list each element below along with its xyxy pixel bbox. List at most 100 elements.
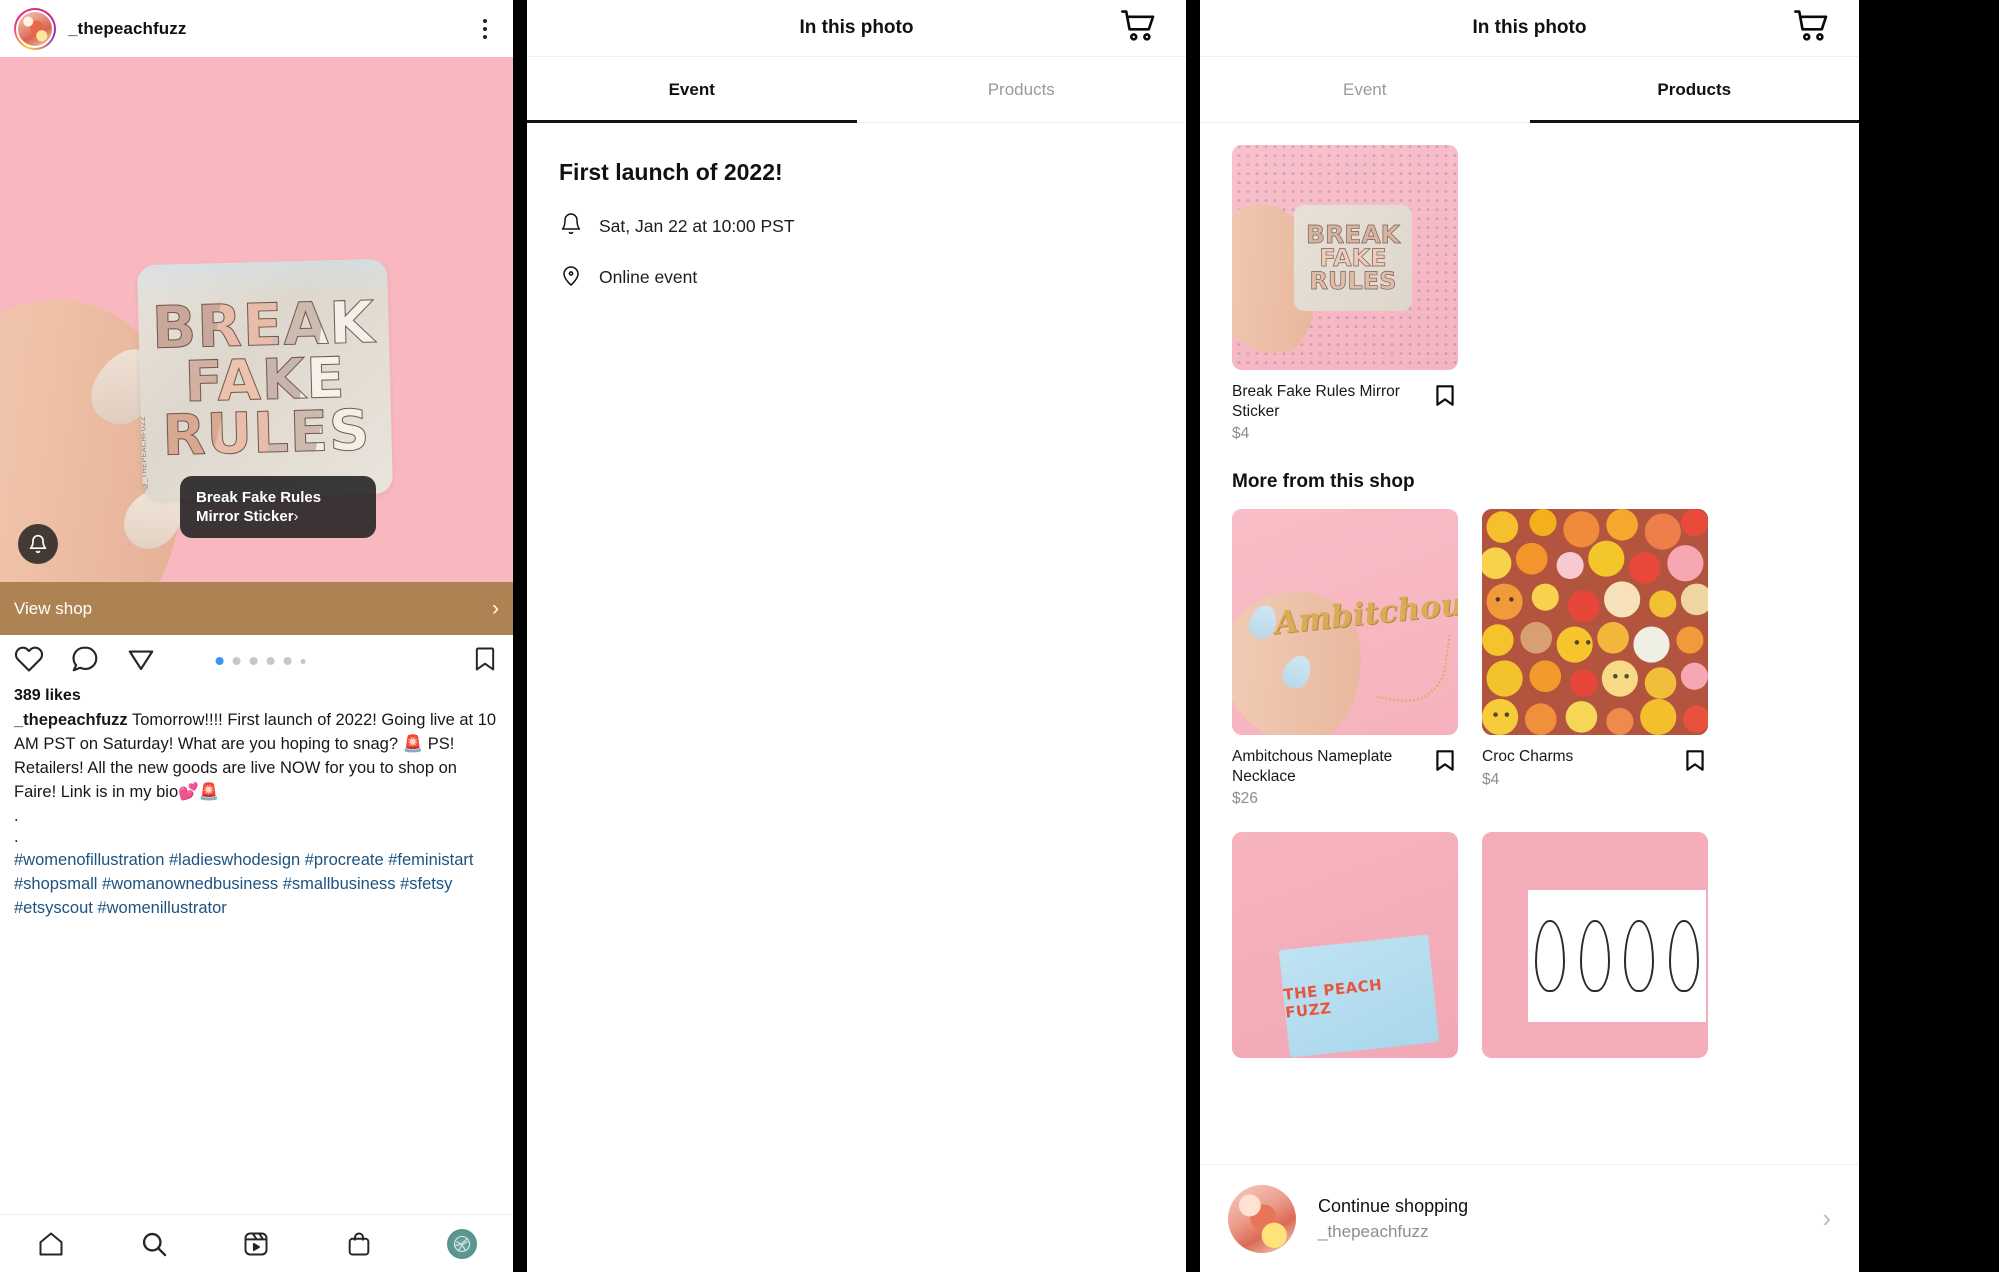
tab-products[interactable]: Products: [1529, 57, 1860, 123]
product-thumbnail[interactable]: BREAK FAKE RULES: [1232, 145, 1458, 370]
necklace-product-art: Ambitchous: [1232, 509, 1458, 736]
home-icon[interactable]: [28, 1221, 74, 1267]
instagram-feed-panel: _thepeachfuzz BREAK FAKE RULES @_THEPEAC…: [0, 0, 513, 1272]
product-meta: Croc Charms $4: [1482, 747, 1708, 789]
avatar[interactable]: [14, 7, 56, 50]
kebab-menu-icon[interactable]: [471, 15, 499, 43]
carousel-dot-small[interactable]: [300, 658, 306, 664]
product-card[interactable]: [1482, 832, 1708, 1059]
bell-icon: [559, 212, 583, 241]
chevron-right-icon: ›: [293, 508, 299, 526]
post-image[interactable]: BREAK FAKE RULES @_THEPEACHFUZZ Break Fa…: [0, 57, 513, 582]
product-card[interactable]: Ambitchous Ambitchous Nameplate Necklace…: [1232, 509, 1458, 808]
product-thumbnail[interactable]: THE PEACH FUZZ: [1232, 832, 1458, 1059]
shop-icon[interactable]: [336, 1221, 382, 1267]
view-shop-button[interactable]: View shop ›: [0, 582, 513, 635]
product-text: Ambitchous Nameplate Necklace $26: [1232, 747, 1432, 808]
sticker-art: BREAK FAKE RULES: [1294, 205, 1412, 311]
sticker-product-image: BREAK FAKE RULES @_THEPEACHFUZZ: [136, 258, 394, 501]
more-from-shop-heading: More from this shop: [1232, 471, 1415, 493]
post-action-row: [0, 635, 513, 687]
caption-spacer-1: .: [14, 806, 19, 825]
event-details: First launch of 2022! Sat, Jan 22 at 10:…: [527, 123, 1186, 292]
prints-product-art: [1482, 832, 1708, 1059]
share-icon[interactable]: [126, 644, 156, 679]
sheet-header: In this photo: [1200, 0, 1859, 57]
charms-pattern: [1482, 509, 1708, 736]
greeting-card-product-art: THE PEACH FUZZ: [1232, 832, 1458, 1059]
continue-shopping-text: Continue shopping _thepeachfuzz: [1318, 1196, 1468, 1242]
event-date-row: Sat, Jan 22 at 10:00 PST: [559, 212, 1154, 241]
carousel-dot[interactable]: [232, 657, 241, 665]
comment-icon[interactable]: [70, 644, 100, 679]
carousel-dot[interactable]: [249, 657, 258, 665]
sticker-line-3: RULES: [161, 398, 372, 469]
search-icon[interactable]: [131, 1221, 177, 1267]
panel-divider: [513, 0, 527, 1272]
caption-hashtags[interactable]: #womenofillustration #ladieswhodesign #p…: [14, 849, 499, 921]
product-thumbnail[interactable]: [1482, 832, 1708, 1059]
product-tag-label[interactable]: Break Fake Rules Mirror Sticker›: [180, 476, 376, 539]
featured-product-card[interactable]: BREAK FAKE RULES Break Fake Rules Mirror…: [1232, 145, 1458, 443]
sticker-product-art: BREAK FAKE RULES: [1232, 145, 1458, 370]
product-name[interactable]: Croc Charms: [1482, 747, 1672, 767]
croc-charms-product-art: [1482, 509, 1708, 736]
product-grid: Ambitchous Ambitchous Nameplate Necklace…: [1232, 509, 1827, 1059]
sheet-title: In this photo: [1472, 17, 1587, 38]
bell-icon[interactable]: [18, 524, 58, 564]
tab-products[interactable]: Products: [857, 57, 1187, 122]
carousel-dot[interactable]: [283, 657, 292, 665]
bookmark-icon[interactable]: [471, 645, 499, 678]
print-illustration: [1668, 920, 1699, 993]
sheet-header: In this photo: [527, 0, 1186, 57]
chevron-right-icon: ›: [492, 596, 499, 620]
print-illustration: [1579, 920, 1610, 993]
products-sheet-panel: In this photo Event Products BREAK FAKE: [1200, 0, 1859, 1272]
heart-icon[interactable]: [14, 644, 44, 679]
continue-shopping-title: Continue shopping: [1318, 1195, 1469, 1216]
carousel-dot-active[interactable]: [215, 657, 224, 665]
sticker-line-3: RULES: [1309, 266, 1397, 295]
product-card[interactable]: THE PEACH FUZZ: [1232, 832, 1458, 1059]
location-pin-icon: [559, 263, 583, 292]
sheet-tabs: Event Products: [527, 57, 1186, 123]
product-meta: Ambitchous Nameplate Necklace $26: [1232, 747, 1458, 808]
product-meta: Break Fake Rules Mirror Sticker $4: [1232, 382, 1458, 443]
avatar: [1228, 1184, 1296, 1253]
print-illustration: [1624, 920, 1655, 993]
caption-spacer-2: .: [14, 827, 19, 846]
profile-avatar-image: [446, 1228, 477, 1259]
avatar-image: [16, 9, 54, 48]
products-list: BREAK FAKE RULES Break Fake Rules Mirror…: [1200, 123, 1859, 1059]
product-price: $4: [1232, 425, 1250, 443]
sheet-title: In this photo: [799, 17, 914, 38]
bookmark-icon[interactable]: [1432, 382, 1458, 413]
likes-count[interactable]: 389 likes: [14, 687, 499, 705]
product-price: $26: [1232, 790, 1258, 808]
tab-event[interactable]: Event: [527, 57, 857, 123]
bookmark-icon[interactable]: [1682, 747, 1708, 778]
three-panel-screenshot: _thepeachfuzz BREAK FAKE RULES @_THEPEAC…: [0, 0, 1999, 1272]
product-name[interactable]: Ambitchous Nameplate Necklace: [1232, 747, 1422, 786]
product-text: Break Fake Rules Mirror Sticker $4: [1232, 382, 1432, 443]
print-sheet: [1528, 890, 1706, 1023]
product-tag-text: Break Fake Rules Mirror Sticker: [196, 489, 322, 526]
post-username[interactable]: _thepeachfuzz: [68, 19, 186, 39]
product-thumbnail[interactable]: Ambitchous: [1232, 509, 1458, 736]
continue-shopping-bar[interactable]: Continue shopping _thepeachfuzz ›: [1200, 1164, 1859, 1272]
event-location-row: Online event: [559, 263, 1154, 292]
caption-author[interactable]: _thepeachfuzz: [14, 711, 128, 729]
chevron-right-icon[interactable]: ›: [1822, 1203, 1831, 1234]
product-name[interactable]: Break Fake Rules Mirror Sticker: [1232, 382, 1422, 421]
bookmark-icon[interactable]: [1432, 747, 1458, 778]
shopping-cart-icon[interactable]: [1118, 5, 1160, 52]
profile-avatar[interactable]: [439, 1221, 485, 1267]
post-header: _thepeachfuzz: [0, 0, 513, 57]
shopping-cart-icon[interactable]: [1791, 5, 1833, 52]
carousel-dot[interactable]: [266, 657, 275, 665]
product-thumbnail[interactable]: [1482, 509, 1708, 736]
product-card[interactable]: Croc Charms $4: [1482, 509, 1708, 808]
reels-icon[interactable]: [233, 1221, 279, 1267]
tab-event[interactable]: Event: [1200, 57, 1530, 122]
event-name: First launch of 2022!: [559, 159, 783, 185]
